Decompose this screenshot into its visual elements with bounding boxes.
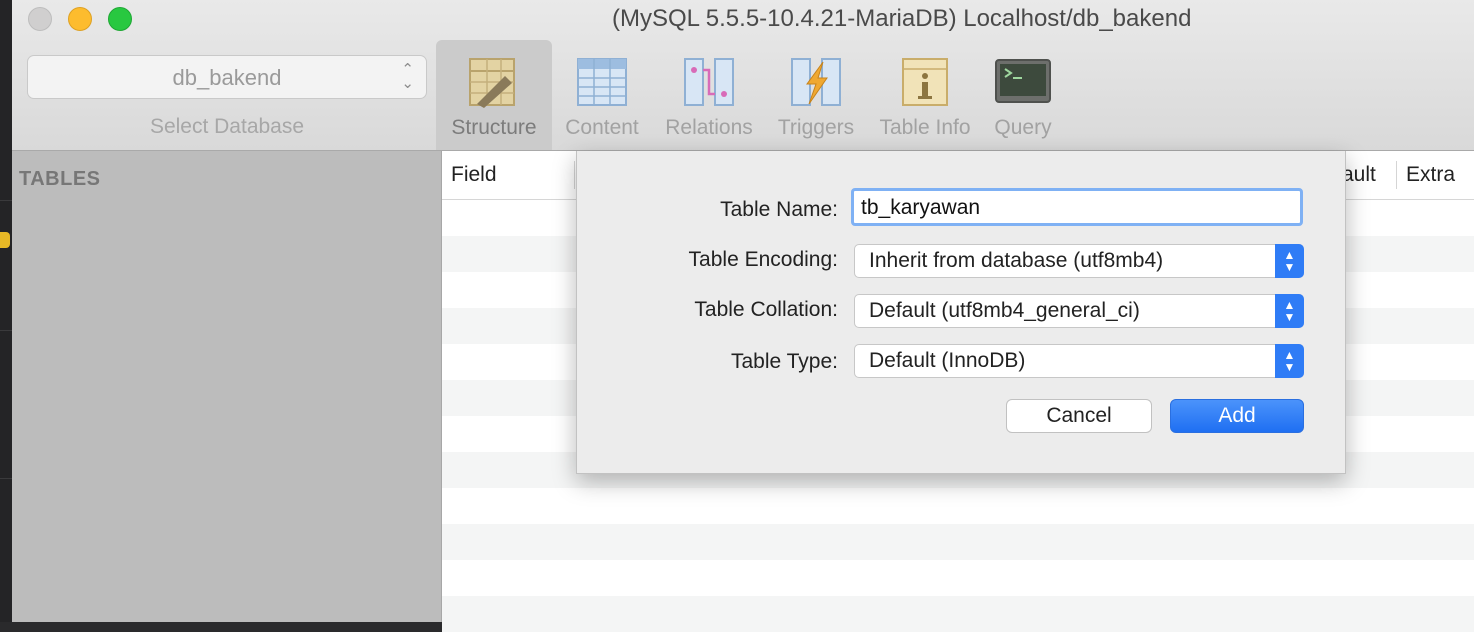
column-divider [1396, 161, 1397, 189]
table-row [442, 560, 1474, 596]
column-divider [574, 161, 575, 189]
toolbar-triggers-button[interactable]: Triggers [770, 40, 862, 150]
database-select[interactable]: db_bakend ⌃ ⌄ [27, 55, 427, 99]
table-collation-value: Default (utf8mb4_general_ci) [869, 299, 1140, 322]
toolbar-content-label: Content [565, 116, 639, 139]
zoom-window-button[interactable] [108, 7, 132, 31]
toolbar-structure-button[interactable]: Structure [436, 40, 552, 150]
table-type-value: Default (InnoDB) [869, 349, 1026, 372]
table-collation-label: Table Collation: [694, 298, 838, 321]
column-header-default[interactable]: ault [1342, 163, 1376, 187]
toolbar-table-info-label: Table Info [879, 116, 971, 139]
table-encoding-value: Inherit from database (utf8mb4) [869, 249, 1164, 272]
table-type-select[interactable]: Default (InnoDB) ▲ ▼ [854, 344, 1304, 378]
cancel-button[interactable]: Cancel [1006, 399, 1152, 433]
chevron-up-down-icon: ▲ ▼ [1275, 344, 1304, 378]
database-select-caption: Select Database [149, 115, 305, 138]
relations-icon [684, 58, 734, 106]
background-highlight [0, 232, 10, 248]
window-title: (MySQL 5.5.5-10.4.21-MariaDB) Localhost/… [612, 5, 1192, 32]
table-row [442, 524, 1474, 560]
table-row [442, 488, 1474, 524]
minimize-window-button[interactable] [68, 7, 92, 31]
add-button[interactable]: Add [1170, 399, 1304, 433]
close-window-button[interactable] [28, 7, 52, 31]
table-encoding-label: Table Encoding: [688, 248, 838, 271]
toolbar-relations-label: Relations [665, 116, 753, 139]
table-collation-select[interactable]: Default (utf8mb4_general_ci) ▲ ▼ [854, 294, 1304, 328]
sidebar-header: TABLES [19, 168, 101, 190]
tables-sidebar[interactable]: TABLES [12, 151, 442, 622]
toolbar-structure-label: Structure [451, 116, 537, 139]
structure-icon [469, 58, 515, 108]
toolbar-triggers-label: Triggers [777, 116, 855, 139]
table-encoding-select[interactable]: Inherit from database (utf8mb4) ▲ ▼ [854, 244, 1304, 278]
triggers-icon [791, 58, 841, 106]
toolbar-content-button[interactable]: Content [556, 40, 648, 150]
column-header-field[interactable]: Field [451, 163, 497, 187]
content-icon [577, 58, 627, 106]
table-info-icon [902, 58, 948, 106]
query-icon [995, 59, 1051, 103]
add-table-sheet: Table Name: tb_karyawan Table Encoding: … [576, 151, 1346, 474]
toolbar-relations-button[interactable]: Relations [656, 40, 762, 150]
database-select-value: db_bakend [172, 65, 282, 90]
table-name-input[interactable]: tb_karyawan [851, 188, 1303, 226]
toolbar-query-label: Query [994, 116, 1052, 139]
toolbar-table-info-button[interactable]: Table Info [872, 40, 978, 150]
title-bar: (MySQL 5.5.5-10.4.21-MariaDB) Localhost/… [12, 0, 1474, 151]
table-type-label: Table Type: [730, 350, 838, 373]
toolbar-query-button[interactable]: Query [986, 40, 1060, 150]
background-window-edge [0, 0, 12, 622]
chevron-up-down-icon: ⌃ ⌄ [401, 61, 414, 92]
chevron-up-down-icon: ▲ ▼ [1275, 244, 1304, 278]
table-name-label: Table Name: [720, 198, 838, 221]
table-row [442, 596, 1474, 632]
column-header-extra[interactable]: Extra [1406, 163, 1455, 187]
app-window: (MySQL 5.5.5-10.4.21-MariaDB) Localhost/… [12, 0, 1474, 632]
chevron-up-down-icon: ▲ ▼ [1275, 294, 1304, 328]
